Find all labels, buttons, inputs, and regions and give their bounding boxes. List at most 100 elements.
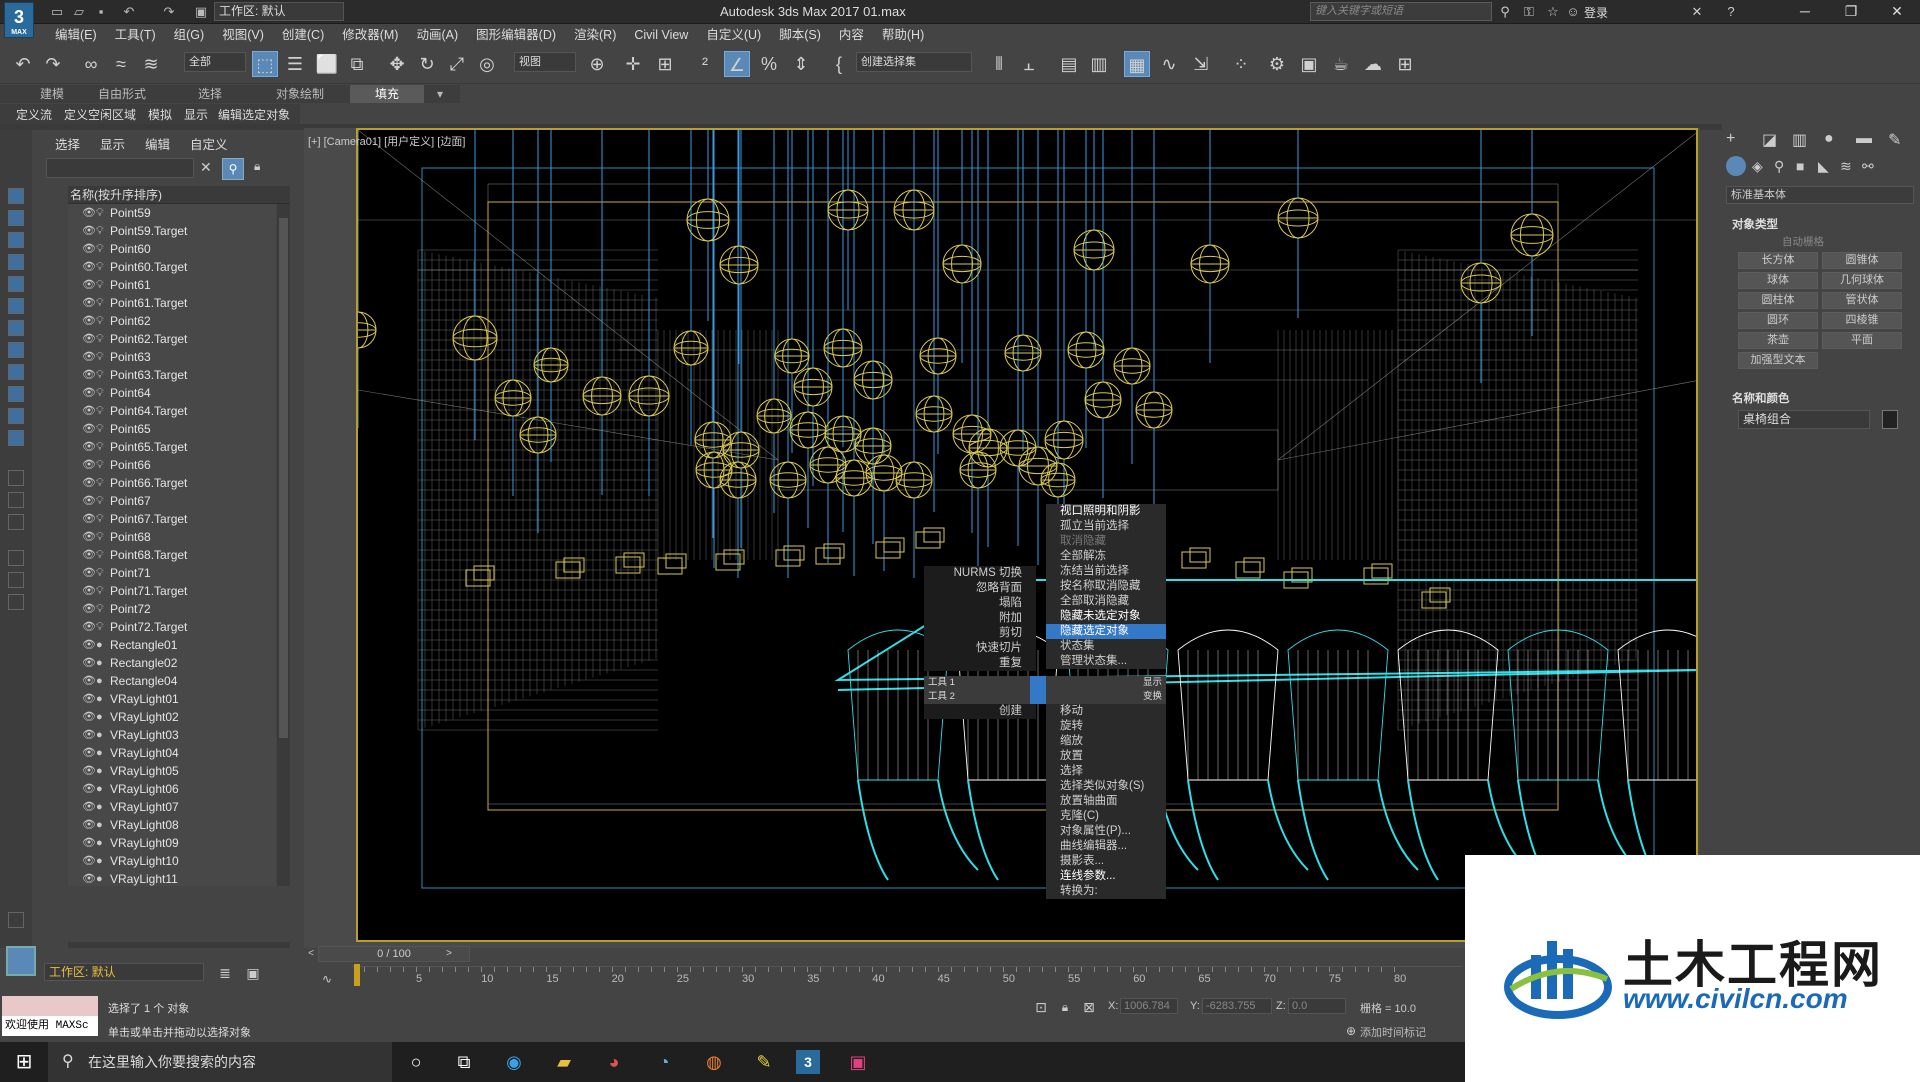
object-color-swatch[interactable] [1882,410,1898,429]
visibility-eye-icon[interactable]: 👁︎ [82,636,96,654]
textplus-button[interactable]: 加强型文本 [1738,352,1818,369]
visibility-eye-icon[interactable]: 👁︎ [82,618,96,636]
visibility-eye-icon[interactable]: 👁︎ [82,582,96,600]
autogrid-checkbox[interactable]: 自动栅格 [1782,234,1824,249]
quad-object-properties[interactable]: 对象属性(P)... [1046,824,1166,839]
minimize-button[interactable]: ─ [1782,0,1828,24]
geosphere-button[interactable]: 几何球体 [1822,272,1902,289]
display-shapes-icon[interactable] [8,210,24,226]
display-cameras-icon[interactable] [8,254,24,270]
redo-icon[interactable]: ↷ [40,51,66,77]
explorer-row[interactable]: 👁︎ 💡︎ Point65.Target [68,438,276,456]
box-button[interactable]: 长方体 [1738,252,1818,269]
lights-icon[interactable]: ⚲ [1774,158,1784,175]
lock-icon[interactable]: 🔒︎ [254,159,260,174]
display-geometry-icon[interactable] [8,188,24,204]
explorer-row[interactable]: 👁︎ 💡︎ Point64 [68,384,276,402]
menu-customize[interactable]: 自定义(U) [706,24,761,46]
visibility-eye-icon[interactable]: 👁︎ [82,600,96,618]
align-icon[interactable]: ⫠ [1016,51,1042,77]
layer-explorer-icon[interactable]: ▥ [1086,51,1112,77]
subscription-icon[interactable]: ⚿ [1520,3,1538,21]
add-time-tag[interactable]: 添加时间标记 [1360,1024,1426,1040]
visibility-eye-icon[interactable]: 👁︎ [82,330,96,348]
render-production-icon[interactable]: ☕ [1328,51,1354,77]
explorer-row[interactable]: 👁︎ 💡︎ Point67.Target [68,510,276,528]
save-icon[interactable]: ▪ [92,3,110,21]
display-lights-icon[interactable] [8,232,24,248]
quad-wire-parameters[interactable]: 连线参数... [1046,869,1166,884]
explorer-row[interactable]: 👁︎ ● VRayLight03 [68,726,276,744]
firefox-icon[interactable]: ◍ [702,1050,726,1074]
visibility-eye-icon[interactable]: 👁︎ [82,204,96,222]
undo-icon[interactable]: ↶ [10,51,36,77]
menu-modifiers[interactable]: 修改器(M) [342,24,398,46]
menu-views[interactable]: 视图(V) [222,24,264,46]
window-crossing-icon[interactable]: ⧉ [344,51,370,77]
menu-help[interactable]: 帮助(H) [882,24,924,46]
mirror-icon[interactable]: ⫴ [986,51,1012,77]
display-bones-icon[interactable] [8,364,24,380]
toggle-ribbon-icon[interactable]: ▦ [1124,51,1150,77]
binoculars-icon[interactable]: ⚲ [1496,3,1514,21]
display-all-icon[interactable] [8,470,24,486]
visibility-eye-icon[interactable]: 👁︎ [82,528,96,546]
visibility-eye-icon[interactable]: 👁︎ [82,852,96,870]
notepad-icon[interactable]: ✎ [752,1050,776,1074]
folder-icon[interactable] [8,594,24,610]
percent-snap-icon[interactable]: % [756,51,782,77]
tab-freeform[interactable]: 自由形式 [90,85,154,103]
ribbon-options-icon[interactable]: ▾ [426,85,454,103]
explorer-row[interactable]: 👁︎ 💡︎ Point66 [68,456,276,474]
link-icon[interactable]: ∞ [78,51,104,77]
visibility-eye-icon[interactable]: 👁︎ [82,240,96,258]
maxscript-listener-input[interactable] [2,996,98,1016]
menu-tools[interactable]: 工具(T) [115,24,156,46]
quad-place-pivot-surface[interactable]: 放置轴曲面 [1046,794,1166,809]
spacewarps-icon[interactable]: ≋ [1840,158,1852,175]
visibility-eye-icon[interactable]: 👁︎ [82,384,96,402]
tab-populate[interactable]: 填充 [350,85,424,103]
visibility-eye-icon[interactable]: 👁︎ [82,798,96,816]
workspace-select[interactable]: 工作区: 默认 [214,2,344,21]
pyramid-button[interactable]: 四棱锥 [1822,312,1902,329]
tab-selection[interactable]: 选择 [186,85,234,103]
login-link[interactable]: 登录 [1584,4,1608,21]
explorer-row[interactable]: 👁︎ ● VRayLight10 [68,852,276,870]
quad-attach[interactable]: 附加 [924,611,1036,626]
menu-content[interactable]: 内容 [839,24,864,46]
track-bar[interactable]: 5 10 15 20 25 30 35 40 45 50 55 60 65 70 75 80 [352,966,1462,990]
explorer-search-input[interactable] [46,158,194,178]
visibility-eye-icon[interactable]: 👁︎ [82,870,96,886]
cone-button[interactable]: 圆锥体 [1822,252,1902,269]
quad-unhide-by-name[interactable]: 按名称取消隐藏 [1046,579,1166,594]
explorer-row[interactable]: 👁︎ 💡︎ Point59 [68,204,276,222]
select-object-icon[interactable]: ⬚ [252,51,278,77]
funnel-icon[interactable] [8,572,24,588]
select-manipulate-icon[interactable]: ✛ [620,51,646,77]
visibility-eye-icon[interactable]: 👁︎ [82,348,96,366]
filter-icon[interactable] [8,550,24,566]
display-helpers-icon[interactable] [8,276,24,292]
explorer-menu-select[interactable]: 选择 [55,134,80,153]
explorer-row[interactable]: 👁︎ 💡︎ Point64.Target [68,402,276,420]
explorer-row[interactable]: 👁︎ ● Rectangle02 [68,654,276,672]
define-idle-areas-button[interactable]: 定义空闲区域 [64,106,136,123]
layer-icon[interactable]: ≣ [212,960,238,986]
app-chat-icon[interactable]: ◕ [602,1050,626,1074]
visibility-eye-icon[interactable]: 👁︎ [82,780,96,798]
material-editor-icon[interactable]: ⁘ [1228,51,1254,77]
visibility-eye-icon[interactable]: 👁︎ [82,672,96,690]
quad-curve-editor[interactable]: 曲线编辑器... [1046,839,1166,854]
isolate-toggle-icon[interactable]: ⊡ [1028,994,1054,1020]
favorite-star-icon[interactable]: ☆ [1544,3,1562,21]
explorer-row[interactable]: 👁︎ 💡︎ Point62 [68,312,276,330]
quad-select[interactable]: 选择 [1046,764,1166,779]
named-selection-set-select[interactable]: 创建选择集 [856,52,972,72]
time-prev-arrow[interactable]: < [304,946,318,962]
visibility-eye-icon[interactable]: 👁︎ [82,222,96,240]
shapes-icon[interactable]: ◈ [1752,158,1763,175]
a360-gallery-icon[interactable]: ⊞ [1392,51,1418,77]
close-button[interactable]: ✕ [1874,0,1920,24]
quad-create[interactable]: 创建 [924,704,1036,719]
